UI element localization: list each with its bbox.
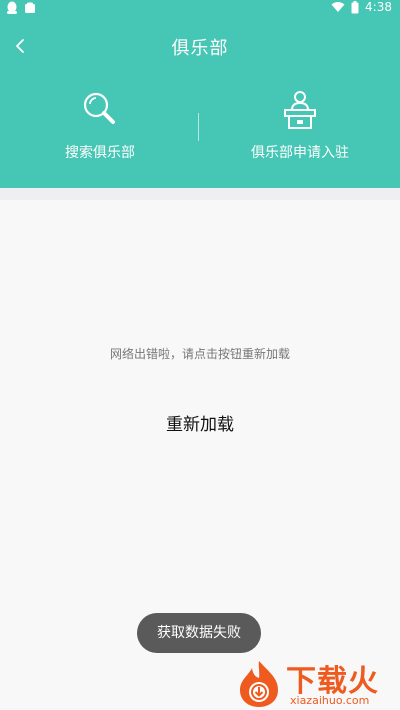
watermark-url: xiazaihuo.com [290,694,370,707]
magnifier-icon [83,92,115,124]
status-left [6,1,36,15]
podium-icon [284,91,316,129]
flame-logo-icon [240,661,278,707]
notification-app-icon [25,2,35,13]
status-bar: 4:38 [0,0,400,18]
club-apply-button[interactable]: 俱乐部申请入驻 [200,90,400,170]
search-club-button[interactable]: 搜索俱乐部 [0,90,200,170]
status-time: 4:38 [365,0,392,14]
club-apply-label: 俱乐部申请入驻 [251,145,349,161]
wifi-icon [331,2,345,12]
section-separator [0,188,400,200]
search-club-label: 搜索俱乐部 [65,145,135,161]
header: 4:38 俱乐部 搜索俱乐部 俱乐部申请入驻 [0,0,400,188]
notification-penguin-icon [7,1,17,14]
page-title: 俱乐部 [171,38,229,59]
toast: 获取数据失败 [137,613,261,653]
action-divider [198,113,199,141]
watermark: 下载火 xiazaihuo.com [232,656,400,710]
title-bar: 俱乐部 [0,28,400,64]
battery-icon [351,0,359,13]
error-message: 网络出错啦，请点击按钮重新加载 [109,347,290,361]
reload-button[interactable]: 重新加载 [140,410,260,440]
status-right: 4:38 [331,0,392,14]
